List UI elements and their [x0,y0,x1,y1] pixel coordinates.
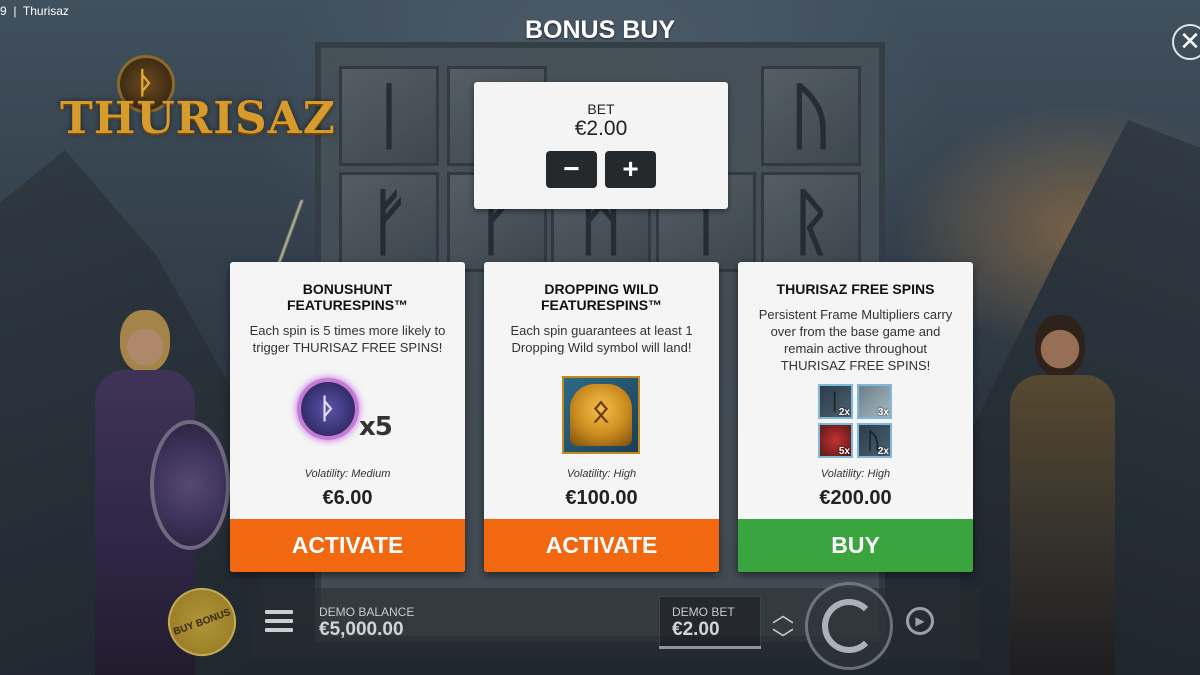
price-label: €100.00 [565,487,638,509]
increase-bet-button[interactable]: + [605,151,656,188]
activate-bonushunt-button[interactable]: ACTIVATE [230,519,465,572]
multiplier-badge: 5x [838,446,850,457]
card-description: Each spin is 5 times more likely to trig… [249,323,446,355]
activate-dropping-wild-button[interactable]: ACTIVATE [484,519,719,572]
multiplier-badge: 2x [838,407,850,418]
dropping-wild-card: DROPPING WILD FEATURESPINS™ Each spin gu… [484,262,719,572]
multiplier-label: x5 [359,412,393,442]
decrease-bet-button[interactable]: − [546,151,597,188]
spin-arrow-icon [822,599,876,653]
demo-bet-value: €2.00 [672,619,720,640]
multiplier-frame: ᛁ 2x [818,384,853,419]
card-description: Persistent Frame Multipliers carry over … [758,307,953,373]
volatility-label: Volatility: Medium [304,468,391,480]
wild-symbol-icon: ᛟ [562,376,640,454]
bonushunt-card: BONUSHUNT FEATURESPINS™ Each spin is 5 t… [230,262,465,572]
frame-multipliers-icon: ᛁ 2x 3x 5x ᚢ 2x [818,384,892,458]
multiplier-frame: ᚢ 2x [857,423,892,458]
buy-free-spins-button[interactable]: BUY [738,519,973,572]
demo-balance-label: DEMO BALANCE [319,605,415,619]
hamburger-menu-icon[interactable] [265,610,293,632]
volatility-label: Volatility: High [566,468,637,480]
autoplay-icon[interactable]: ▶ [906,607,934,635]
bet-controls: − + [474,151,728,188]
close-icon[interactable]: ✕ [1172,24,1200,60]
rune-orb-icon: ᚦ [297,378,359,440]
multiplier-badge: 3x [877,407,889,418]
demo-bet-label: DEMO BET [672,605,735,619]
bet-panel: BET €2.00 − + [474,82,728,209]
multiplier-frame: 3x [857,384,892,419]
volatility-label: Volatility: High [820,468,891,480]
card-description: Each spin guarantees at least 1 Dropping… [510,323,693,355]
modal-title: BONUS BUY [524,16,675,44]
bet-down-arrow-icon[interactable]: ﹀ [772,622,794,654]
card-title: DROPPING WILD FEATURESPINS™ [540,281,663,313]
thurisaz-free-spins-card: THURISAZ FREE SPINS Persistent Frame Mul… [738,262,973,572]
golden-wild-idol: ᛟ [570,384,632,446]
card-title: THURISAZ FREE SPINS [776,281,935,297]
logo-text: THURISAZ [60,93,336,144]
price-label: €6.00 [322,487,373,509]
spin-button[interactable] [805,582,893,670]
card-title: BONUSHUNT FEATURESPINS™ [286,281,409,313]
multiplier-badge: 2x [877,446,889,457]
demo-bet-underline [659,646,761,649]
bet-label: BET [587,101,615,117]
multiplier-frame: 5x [818,423,853,458]
demo-balance-value: €5,000.00 [319,619,404,640]
bet-value: €2.00 [574,117,628,140]
price-label: €200.00 [819,487,892,509]
game-logo: ᚦ THURISAZ [60,55,336,155]
